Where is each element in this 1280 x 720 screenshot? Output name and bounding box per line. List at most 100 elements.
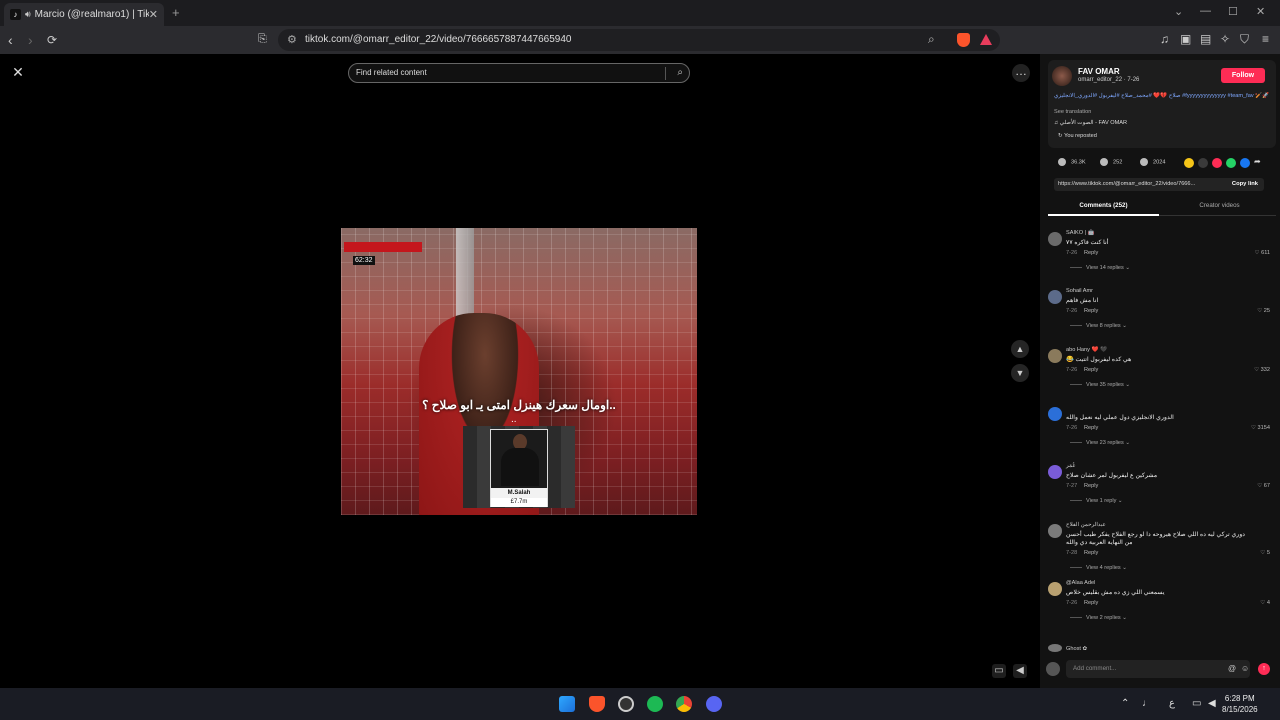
new-tab-button[interactable]: + [172,5,180,20]
comment-avatar[interactable] [1048,581,1062,596]
microphone-icon[interactable]: ♩ [1142,698,1152,709]
view-replies-button[interactable]: View 4 replies ⌄ [1070,565,1127,571]
media-icon[interactable]: ♫ [1160,32,1169,46]
address-bar[interactable]: ⚙ tiktok.com/@omarr_editor_22/video/7666… [278,29,1000,51]
author-name[interactable]: FAV OMAR [1078,67,1120,76]
author-avatar[interactable] [1052,66,1072,86]
previous-video-button[interactable]: ▲ [1011,340,1029,358]
close-video-button[interactable]: ✕ [10,64,26,80]
zoom-icon[interactable]: ⌕ [928,32,935,47]
reply-button[interactable]: Reply [1084,250,1098,256]
brave-rewards-icon[interactable] [980,34,992,45]
share-friends-icon[interactable] [1184,158,1194,168]
vpn-icon[interactable]: ⛉ [1240,32,1249,47]
comment-avatar[interactable] [1048,465,1062,480]
related-search-input[interactable]: Find related content ⌕ [348,63,690,83]
bookmark-icon[interactable]: ⎘ [258,33,267,46]
share-pinterest-icon[interactable] [1212,158,1222,168]
share-facebook-icon[interactable] [1240,158,1250,168]
share-more-icon[interactable]: ➦ [1254,157,1264,167]
reply-button[interactable]: Reply [1084,425,1098,431]
sound-link[interactable]: ♫ الصوت الأصلي - FAV OMAR [1054,120,1127,126]
speaker-icon[interactable]: 🔊︎ [25,9,31,20]
obs-icon[interactable] [618,696,634,712]
comment-like-button[interactable]: ♡ 611 [1255,250,1271,256]
comment-like-button[interactable]: ♡ 3154 [1251,425,1270,431]
comment-avatar[interactable] [1048,348,1062,363]
follow-button[interactable]: Follow [1221,68,1265,83]
save-button[interactable]: 2024 [1140,158,1165,166]
close-tab-icon[interactable]: ✕ [149,8,158,21]
site-info-icon[interactable]: ⚙ [287,33,297,46]
reply-button[interactable]: Reply [1084,367,1098,373]
comment-like-button[interactable]: ♡ 67 [1257,483,1270,489]
discord-icon[interactable] [706,696,722,712]
chrome-icon[interactable] [676,696,692,712]
back-icon[interactable]: ‹ [8,32,13,48]
input-language[interactable]: ع [1169,698,1175,709]
more-options-button[interactable]: … [1012,64,1030,82]
emoji-icon[interactable]: ☺ [1241,664,1249,673]
like-button[interactable]: 36.3K [1058,158,1086,166]
comment-avatar[interactable] [1048,232,1062,246]
mention-icon[interactable]: @ [1228,664,1236,673]
minimize-button[interactable]: — [1200,5,1211,17]
view-replies-button[interactable]: View 14 replies ⌄ [1070,265,1130,271]
comment-avatar[interactable] [1048,406,1062,421]
volume-tray-icon[interactable]: ◀ [1208,698,1216,709]
comment-username[interactable]: abo Hany ❤️ 🖤 [1066,347,1107,353]
view-replies-button[interactable]: View 35 replies ⌄ [1070,382,1130,388]
add-comment-input[interactable]: Add comment... [1066,660,1250,678]
system-clock[interactable]: 6:28 PM 8/15/2026 [1222,693,1258,715]
comment-username[interactable]: @Alaa Adel [1066,580,1095,586]
tray-chevron-icon[interactable]: ⌃ [1121,698,1129,709]
reply-button[interactable]: Reply [1084,483,1098,489]
reply-button[interactable]: Reply [1084,600,1098,606]
volume-icon[interactable]: ◀ [1013,664,1027,678]
comment-username[interactable]: عُمَر [1066,463,1076,469]
comment-avatar[interactable] [1048,523,1062,538]
view-replies-button[interactable]: View 8 replies ⌄ [1070,323,1127,329]
brave-icon[interactable] [589,696,605,712]
view-replies-button[interactable]: View 1 reply ⌄ [1070,498,1123,504]
comment-like-button[interactable]: ♡ 25 [1257,308,1270,314]
close-window-button[interactable]: ✕ [1256,5,1265,18]
search-icon[interactable]: ⌕ [677,67,683,78]
comment-username[interactable]: Sohail Amr [1066,288,1093,294]
comment-like-button[interactable]: ♡ 4 [1260,600,1270,606]
comment-username[interactable]: SAIKO | 🤖 [1066,230,1095,236]
video-player[interactable]: Find related content ⌕ 62:32 اومال سعرك … [341,54,697,688]
menu-icon[interactable]: ≡ [1262,32,1269,46]
reply-button[interactable]: Reply [1084,550,1098,556]
copy-link-button[interactable]: Copy link [1232,181,1258,187]
tab-comments[interactable]: Comments (252) [1048,202,1159,209]
forward-icon[interactable]: › [28,32,33,48]
author-handle[interactable]: omarr_editor_22 · 7-26 [1078,77,1139,83]
share-embed-icon[interactable] [1198,158,1208,168]
maximize-button[interactable]: ☐ [1228,5,1238,18]
brave-shields-icon[interactable] [957,33,970,47]
comment-username[interactable]: Ghost ✿ [1066,646,1087,652]
comment-button[interactable]: 252 [1100,158,1122,166]
sidebar-icon[interactable]: ▣ [1180,32,1191,46]
comment-username[interactable]: عبدالرحمن الفلاح [1066,522,1106,528]
send-icon[interactable]: ↑ [1258,663,1270,675]
view-replies-button[interactable]: View 2 replies ⌄ [1070,615,1127,621]
comment-like-button[interactable]: ♡ 332 [1254,367,1270,373]
view-replies-button[interactable]: View 23 replies ⌄ [1070,440,1130,446]
mini-player-icon[interactable]: ▭ [992,664,1006,678]
wallet-icon[interactable]: ▤ [1200,32,1211,46]
video-frame[interactable]: 62:32 اومال سعرك هينزل امتى يـ ابو صلاح … [341,228,697,515]
comment-avatar[interactable] [1048,644,1062,652]
tab-search-icon[interactable]: ⌄ [1174,5,1183,18]
url-text[interactable]: tiktok.com/@omarr_editor_22/video/766665… [305,34,571,45]
next-video-button[interactable]: ▼ [1011,364,1029,382]
leo-ai-icon[interactable]: ✧ [1220,32,1230,46]
reload-icon[interactable]: ⟳ [47,33,57,47]
tab-tiktok[interactable]: ♪ 🔊︎ Marcio (@realmaro1) | TikTok ✕ [4,3,164,26]
network-icon[interactable]: ▭ [1192,698,1201,709]
tab-creator-videos[interactable]: Creator videos [1164,202,1275,209]
windows-start-icon[interactable] [559,696,575,712]
see-translation-link[interactable]: See translation [1054,109,1091,115]
share-whatsapp-icon[interactable] [1226,158,1236,168]
